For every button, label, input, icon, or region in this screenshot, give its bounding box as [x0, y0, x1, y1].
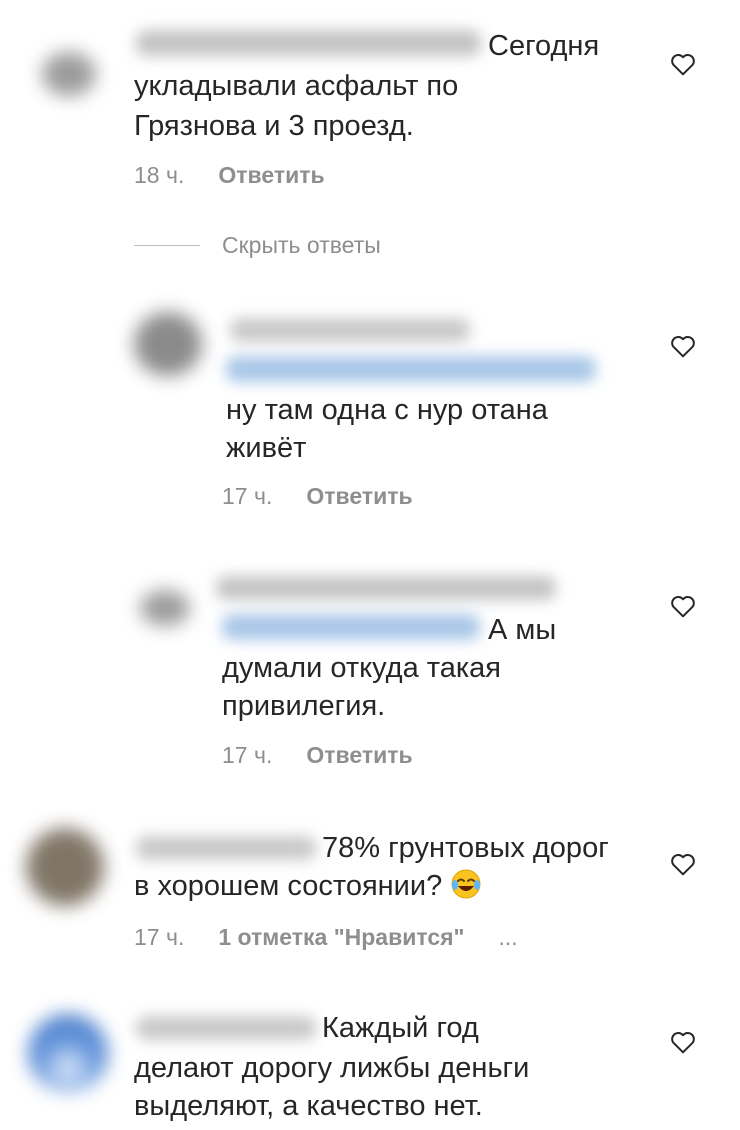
comment-time: 18 ч.	[134, 162, 185, 188]
comment-meta: 17 ч. Ответить	[222, 483, 413, 510]
comment-text: в хорошем состоянии?	[134, 870, 443, 902]
username-blurred[interactable]	[230, 318, 470, 342]
mention-blurred[interactable]	[226, 356, 596, 382]
hide-replies-button[interactable]: Скрыть ответы	[134, 232, 381, 259]
heart-icon[interactable]	[670, 852, 696, 876]
username-blurred[interactable]	[136, 30, 481, 56]
comment-text-line: привилегия.	[222, 690, 386, 722]
comment-4: 78% грунтовых дорог в хорошем состоянии?…	[0, 810, 740, 970]
avatar[interactable]	[134, 312, 202, 376]
comment-text-line: думали откуда такая	[222, 652, 502, 684]
heart-icon[interactable]	[670, 594, 696, 618]
comment-meta: 18 ч. Ответить	[134, 162, 325, 189]
heart-icon[interactable]	[670, 334, 696, 358]
divider	[134, 245, 200, 246]
comment-text-line: Каждый год	[322, 1012, 479, 1044]
comment-time: 17 ч.	[222, 742, 273, 768]
avatar[interactable]	[140, 590, 190, 626]
comment-text-line: Грязнова и 3 проезд.	[134, 110, 414, 142]
comment-meta: 17 ч. 1 отметка "Нравится" ...	[134, 924, 518, 951]
comment-time: 17 ч.	[222, 483, 273, 509]
laughing-emoji-icon	[451, 869, 481, 899]
comment-text-line: Сегодня	[488, 30, 600, 62]
comment-1: Сегодня укладывали асфальт по Грязнова и…	[0, 0, 740, 200]
username-blurred[interactable]	[136, 1016, 316, 1040]
reply-button[interactable]: Ответить	[218, 162, 324, 189]
comment-time: 17 ч.	[134, 924, 185, 950]
avatar[interactable]	[28, 1014, 108, 1092]
avatar[interactable]	[26, 828, 104, 906]
comment-5: Каждый год делают дорогу лижбы деньги вы…	[0, 1000, 740, 1130]
comment-text-line: в хорошем состоянии?	[134, 868, 482, 905]
reply-button[interactable]: Ответить	[306, 483, 412, 510]
comment-text-line: А мы	[488, 614, 557, 646]
comment-text-line: ну там одна с нур отана	[226, 394, 548, 426]
comment-text-line: живёт	[226, 432, 307, 464]
username-blurred[interactable]	[136, 836, 316, 860]
heart-icon[interactable]	[670, 1030, 696, 1054]
comment-3: А мы думали откуда такая привилегия. 17 …	[0, 560, 740, 800]
comment-meta: 17 ч. Ответить	[222, 742, 413, 769]
reply-button[interactable]: Ответить	[306, 742, 412, 769]
comment-text-line: 78% грунтовых дорог	[322, 832, 609, 864]
heart-icon[interactable]	[670, 52, 696, 76]
more-options-button[interactable]: ...	[498, 924, 517, 951]
mention-blurred[interactable]	[222, 614, 480, 640]
likes-count-button[interactable]: 1 отметка "Нравится"	[218, 924, 464, 951]
comment-2: ну там одна с нур отана живёт 17 ч. Отве…	[0, 300, 740, 520]
comment-text-line: укладывали асфальт по	[134, 70, 459, 102]
comment-text-line: выделяют, а качество нет.	[134, 1090, 483, 1122]
comment-text-line: делают дорогу лижбы деньги	[134, 1052, 530, 1084]
avatar[interactable]	[42, 52, 96, 96]
username-blurred[interactable]	[216, 576, 556, 600]
hide-replies-label: Скрыть ответы	[222, 232, 381, 258]
